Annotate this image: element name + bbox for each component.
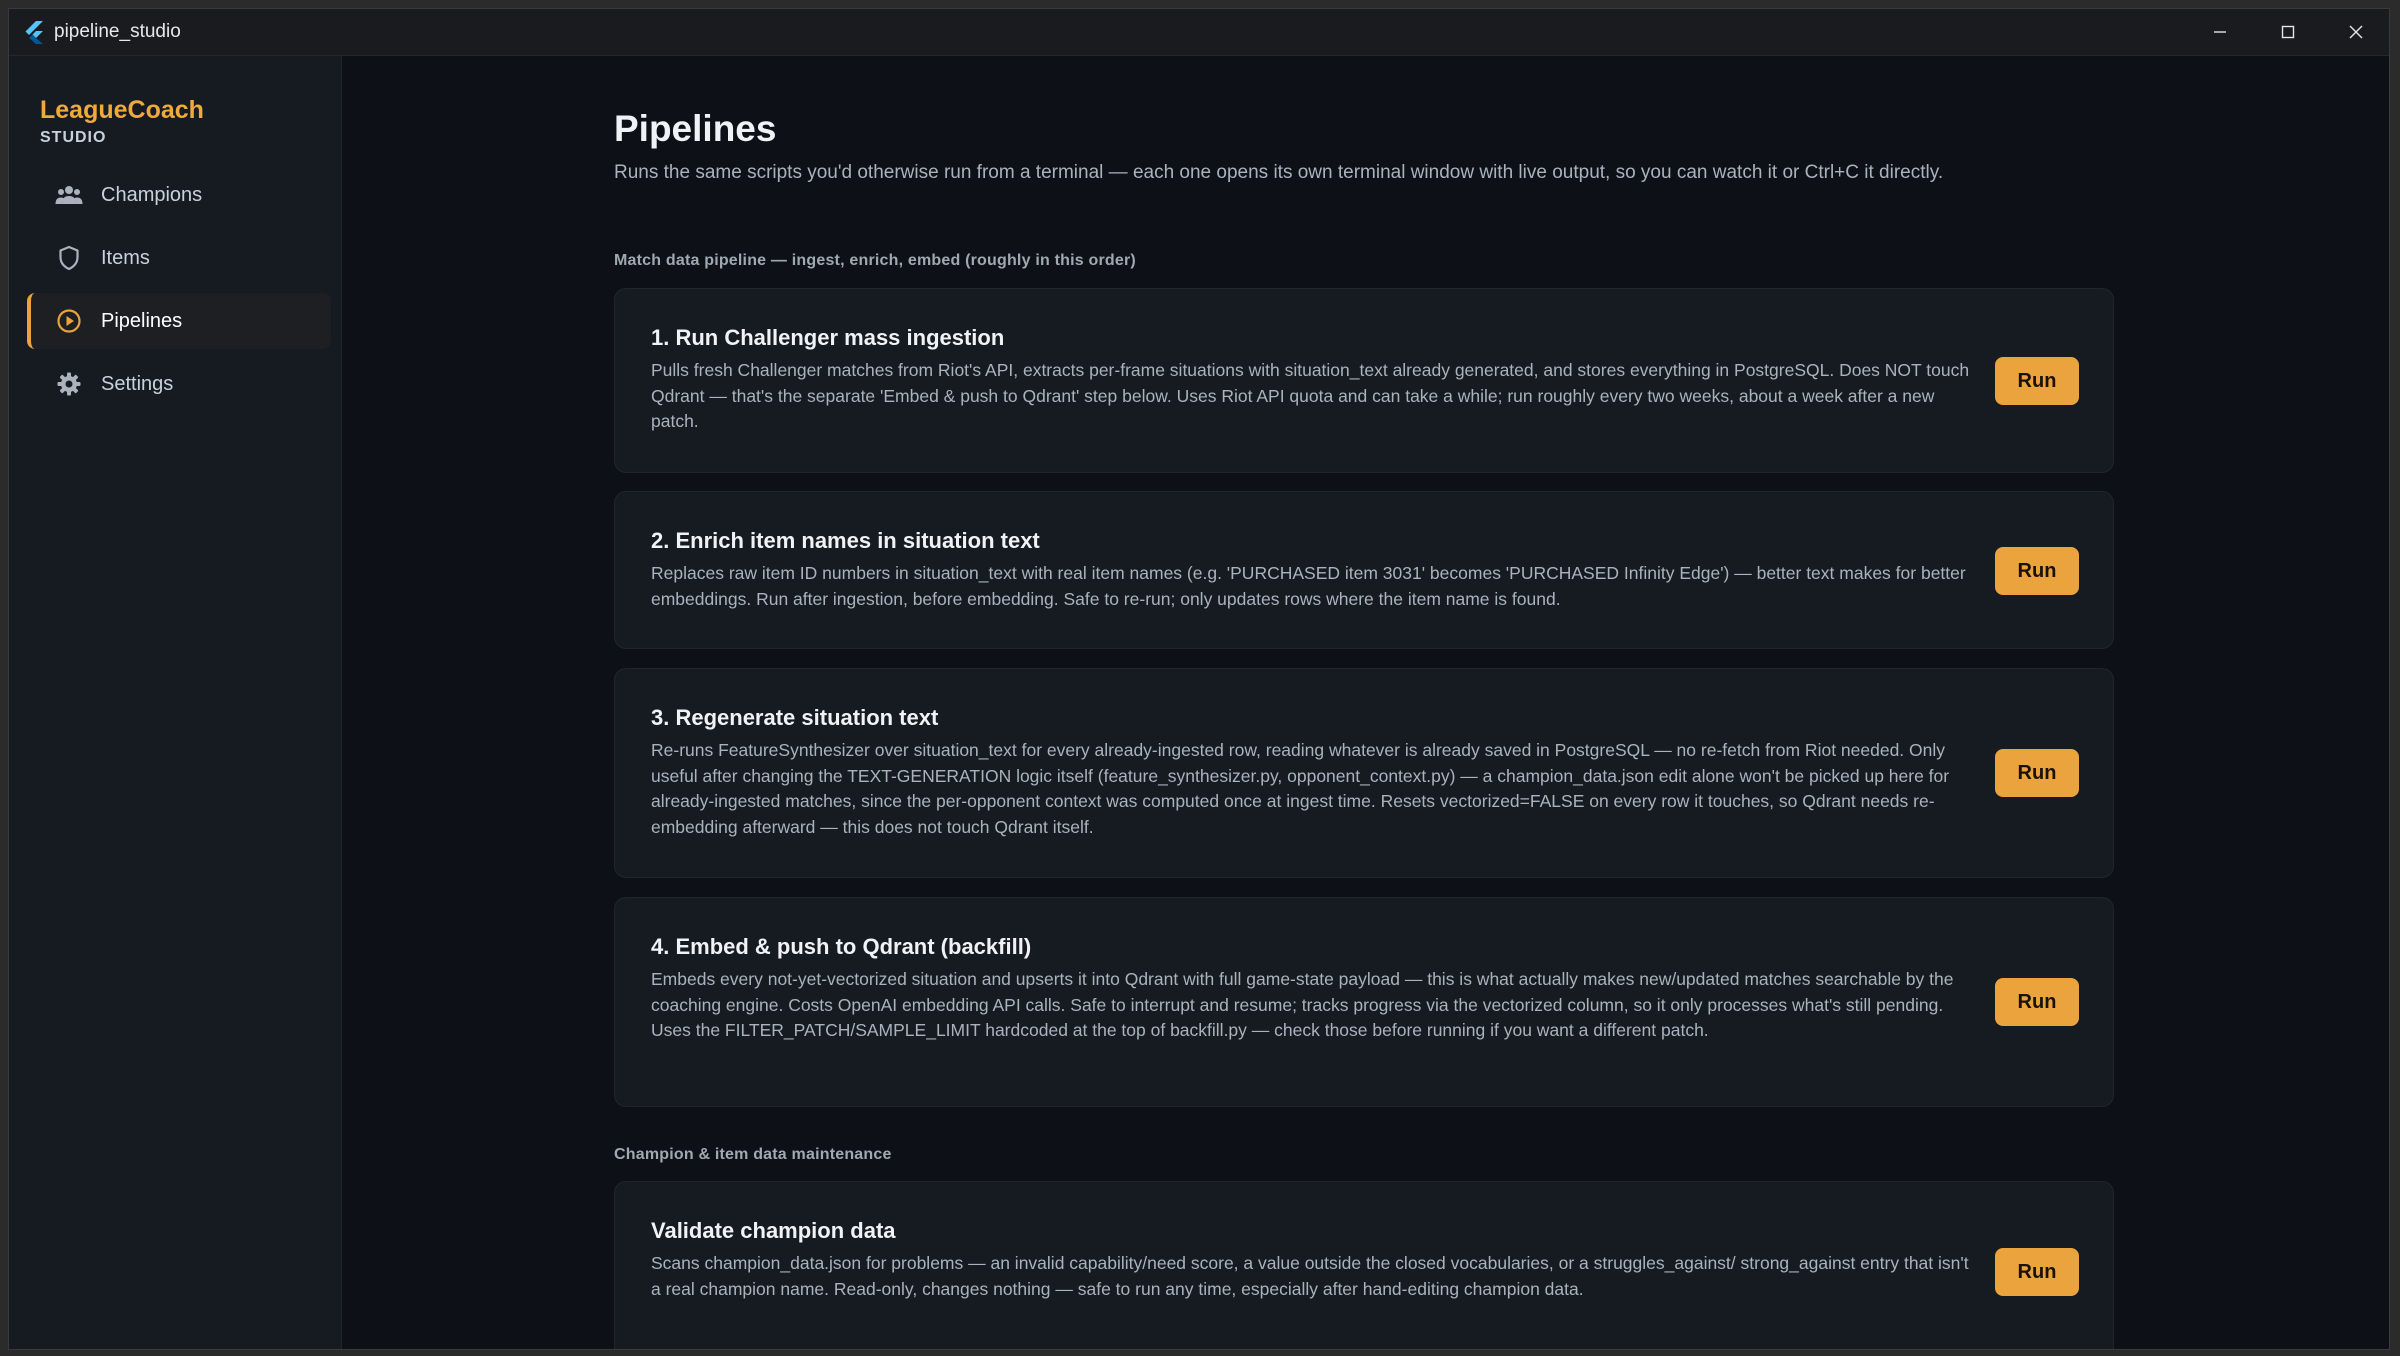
pipeline-card: 2. Enrich item names in situation text R… — [614, 491, 2114, 649]
title-bar: pipeline_studio — [9, 9, 2389, 56]
app-window: pipeline_studio LeagueCoach STUDIO Champ… — [8, 8, 2390, 1350]
flutter-logo-icon — [25, 21, 43, 44]
sidebar-item-champions[interactable]: Champions — [27, 167, 327, 223]
main-content: Pipelines Runs the same scripts you'd ot… — [342, 56, 2389, 1349]
sidebar-item-items[interactable]: Items — [27, 230, 327, 286]
run-button[interactable]: Run — [1995, 547, 2079, 595]
sidebar-item-label: Items — [101, 246, 150, 269]
section-label: Champion & item data maintenance — [614, 1146, 892, 1163]
card-title: 3. Regenerate situation text — [651, 705, 939, 730]
sidebar-item-label: Champions — [101, 183, 203, 206]
run-button[interactable]: Run — [1995, 357, 2079, 405]
sidebar-item-label: Settings — [101, 372, 174, 395]
play-circle-icon — [55, 307, 83, 335]
card-title: 2. Enrich item names in situation text — [651, 528, 1040, 553]
card-description: Embeds every not-yet-vectorized situatio… — [651, 969, 1954, 1040]
card-title: 1. Run Challenger mass ingestion — [651, 325, 1005, 350]
sidebar-item-pipelines[interactable]: Pipelines — [27, 293, 331, 349]
maximize-button[interactable] — [2255, 9, 2321, 55]
people-icon — [55, 181, 83, 209]
minimize-icon — [2214, 31, 2226, 33]
shield-icon — [55, 244, 83, 272]
card-description: Re-runs FeatureSynthesizer over situatio… — [651, 740, 1950, 837]
sidebar: LeagueCoach STUDIO Champions Items Pipel… — [9, 56, 342, 1349]
maximize-icon — [2281, 25, 2295, 39]
page-title: Pipelines — [614, 108, 777, 149]
run-button[interactable]: Run — [1995, 1248, 2079, 1296]
card-description: Pulls fresh Challenger matches from Riot… — [651, 360, 1970, 431]
pipeline-card: Validate champion data Scans champion_da… — [614, 1181, 2114, 1349]
run-button[interactable]: Run — [1995, 749, 2079, 797]
run-button[interactable]: Run — [1995, 978, 2079, 1026]
brand-name: LeagueCoach — [40, 96, 204, 124]
sidebar-item-label: Pipelines — [101, 309, 183, 332]
brand-subtitle: STUDIO — [40, 129, 107, 146]
section-label: Match data pipeline — ingest, enrich, em… — [614, 252, 1136, 269]
pipeline-card: 3. Regenerate situation text Re-runs Fea… — [614, 668, 2114, 878]
close-icon — [2349, 25, 2363, 39]
card-description: Replaces raw item ID numbers in situatio… — [651, 563, 1966, 609]
card-description: Scans champion_data.json for problems — … — [651, 1253, 1969, 1299]
card-title: Validate champion data — [651, 1218, 896, 1243]
page-description: Runs the same scripts you'd otherwise ru… — [614, 162, 1944, 183]
sidebar-item-settings[interactable]: Settings — [27, 356, 327, 412]
gear-icon — [55, 370, 83, 398]
card-title: 4. Embed & push to Qdrant (backfill) — [651, 934, 1032, 959]
window-title: pipeline_studio — [54, 21, 181, 42]
minimize-button[interactable] — [2187, 9, 2253, 55]
pipeline-card: 4. Embed & push to Qdrant (backfill) Emb… — [614, 897, 2114, 1107]
close-button[interactable] — [2323, 9, 2389, 55]
pipeline-card: 1. Run Challenger mass ingestion Pulls f… — [614, 288, 2114, 473]
